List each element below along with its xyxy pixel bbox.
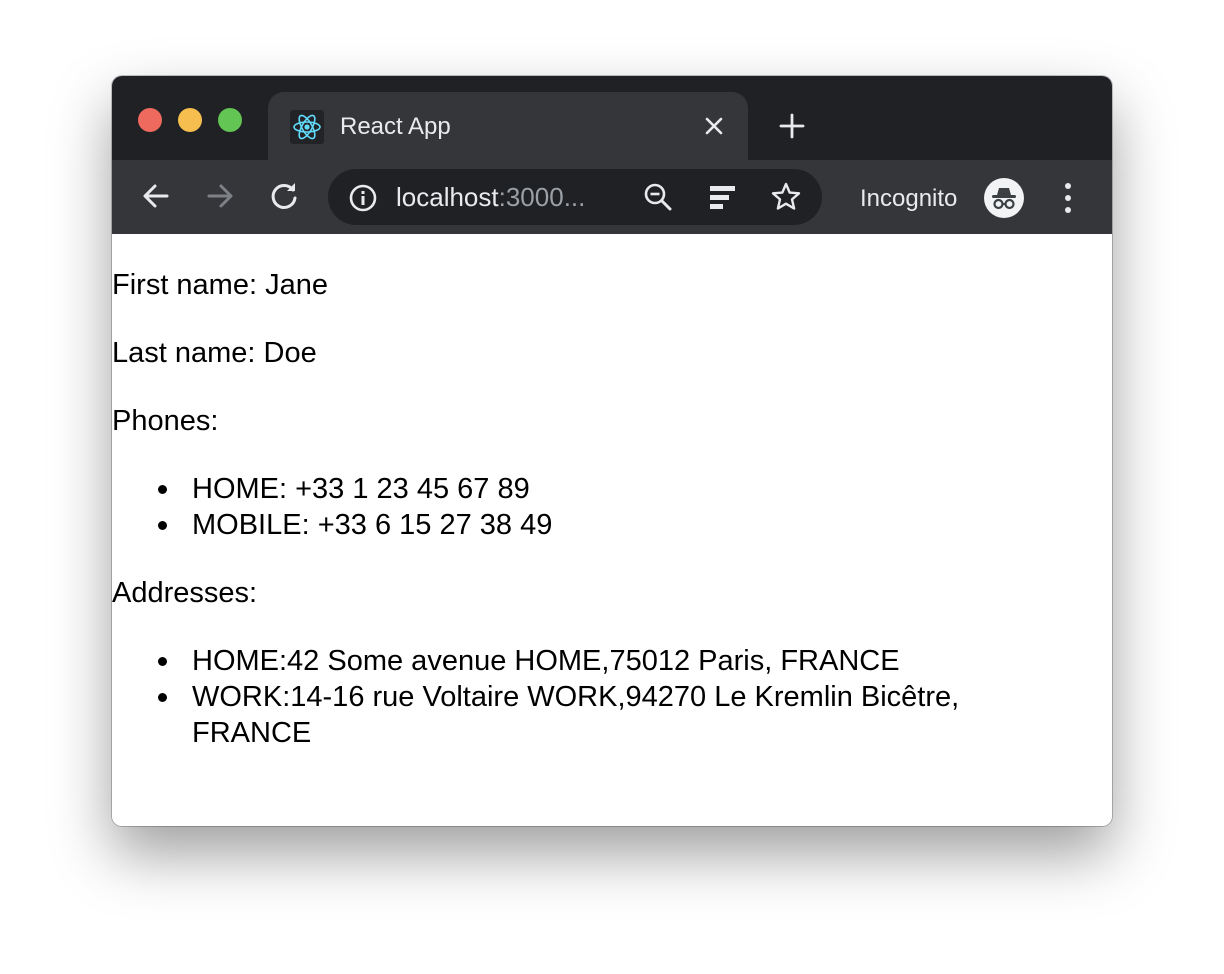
zoom-out-icon[interactable] <box>642 181 674 213</box>
more-vert-icon[interactable] <box>1058 180 1078 216</box>
star-icon[interactable] <box>770 181 802 213</box>
react-logo-icon <box>290 110 324 144</box>
browser-window: React App localhost:3000... Incognito Fi… <box>112 76 1112 826</box>
page-content: First name: Jane Last name: Doe Phones: … <box>112 234 1112 826</box>
url-host: localhost <box>396 182 499 212</box>
back-arrow-icon[interactable] <box>138 178 174 214</box>
minimize-window-button[interactable] <box>178 108 202 132</box>
close-icon[interactable] <box>702 114 726 138</box>
address-item-home: HOME:42 Some avenue HOME,75012 Paris, FR… <box>112 643 1012 679</box>
tab-strip: React App <box>112 76 1112 160</box>
maximize-window-button[interactable] <box>218 108 242 132</box>
phones-heading: Phones: <box>112 405 219 437</box>
reload-icon[interactable] <box>266 178 302 214</box>
address-bar[interactable]: localhost:3000... <box>328 169 822 225</box>
info-icon[interactable] <box>348 183 378 213</box>
url-port: :3000... <box>498 182 586 212</box>
addresses-heading: Addresses: <box>112 577 258 609</box>
phone-item-home: HOME: +33 1 23 45 67 89 <box>112 471 1012 507</box>
browser-toolbar: localhost:3000... Incognito <box>112 160 1112 234</box>
reader-mode-icon[interactable] <box>706 181 738 213</box>
phones-list: HOME: +33 1 23 45 67 89 MOBILE: +33 6 15… <box>112 471 1112 543</box>
tab-title: React App <box>340 113 451 140</box>
close-window-button[interactable] <box>138 108 162 132</box>
address-item-work: WORK:14-16 rue Voltaire WORK,94270 Le Kr… <box>112 679 1012 751</box>
forward-arrow-icon[interactable] <box>202 178 238 214</box>
plus-icon[interactable] <box>778 112 806 140</box>
incognito-label: Incognito <box>860 185 958 212</box>
tab-react-app[interactable]: React App <box>268 92 748 160</box>
phone-item-mobile: MOBILE: +33 6 15 27 38 49 <box>112 507 1012 543</box>
last-name-text: Last name: Doe <box>112 337 317 369</box>
incognito-avatar[interactable] <box>984 178 1024 218</box>
incognito-icon <box>992 188 1016 210</box>
first-name-text: First name: Jane <box>112 269 328 301</box>
url-text[interactable]: localhost:3000... <box>396 182 585 213</box>
addresses-list: HOME:42 Some avenue HOME,75012 Paris, FR… <box>112 643 1112 751</box>
